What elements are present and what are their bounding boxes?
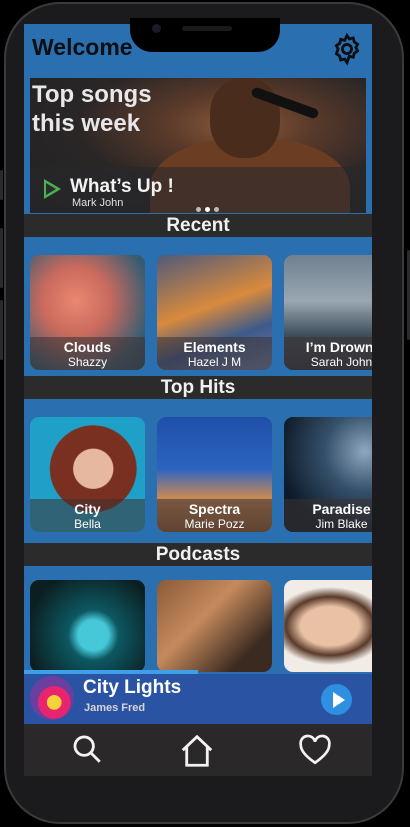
podcast-card[interactable]: [157, 580, 272, 672]
play-button[interactable]: [321, 684, 352, 715]
top-hit-card[interactable]: Spectra Marie Pozz: [157, 417, 272, 532]
section-top-hits: Top Hits: [24, 376, 372, 399]
playback-progress[interactable]: [24, 670, 198, 674]
recent-card[interactable]: I’m Drowni Sarah John: [284, 255, 372, 370]
hero-artist: Mark John: [72, 197, 124, 209]
top-hits-row: City Bella Spectra Marie Pozz Paradise Jim …: [30, 417, 372, 532]
recent-card[interactable]: Clouds Shazzy: [30, 255, 145, 370]
search-icon[interactable]: [70, 732, 104, 766]
home-icon[interactable]: [178, 732, 216, 770]
bottom-nav: [24, 724, 372, 776]
hero-banner[interactable]: Top songs this week What’s Up ! Mark Joh…: [30, 78, 366, 213]
podcasts-row: [30, 580, 372, 672]
podcast-card[interactable]: [30, 580, 145, 672]
recent-row: Clouds Shazzy Elements Hazel J M I’m Drown…: [30, 255, 372, 370]
section-recent: Recent: [24, 214, 372, 237]
now-playing-title: City Lights: [83, 677, 182, 698]
album-art: [30, 676, 74, 720]
hero-heading: Top songs this week: [32, 81, 152, 137]
top-hit-card[interactable]: City Bella: [30, 417, 145, 532]
gear-icon[interactable]: [330, 32, 364, 66]
page-title: Welcome: [32, 34, 133, 60]
hero-song-title: What’s Up !: [70, 176, 174, 197]
now-playing-bar[interactable]: City Lights James Fred: [24, 670, 372, 724]
recent-card[interactable]: Elements Hazel J M: [157, 255, 272, 370]
section-podcasts: Podcasts: [24, 543, 372, 566]
heart-icon[interactable]: [297, 732, 333, 768]
carousel-dots[interactable]: [196, 207, 219, 212]
top-hit-card[interactable]: Paradise Jim Blake: [284, 417, 372, 532]
app-screen: Welcome Top songs this week What’s Up ! …: [24, 24, 372, 776]
play-icon[interactable]: [44, 179, 61, 199]
now-playing-artist: James Fred: [84, 702, 146, 714]
podcast-card[interactable]: [284, 580, 372, 672]
notch: [130, 18, 280, 52]
